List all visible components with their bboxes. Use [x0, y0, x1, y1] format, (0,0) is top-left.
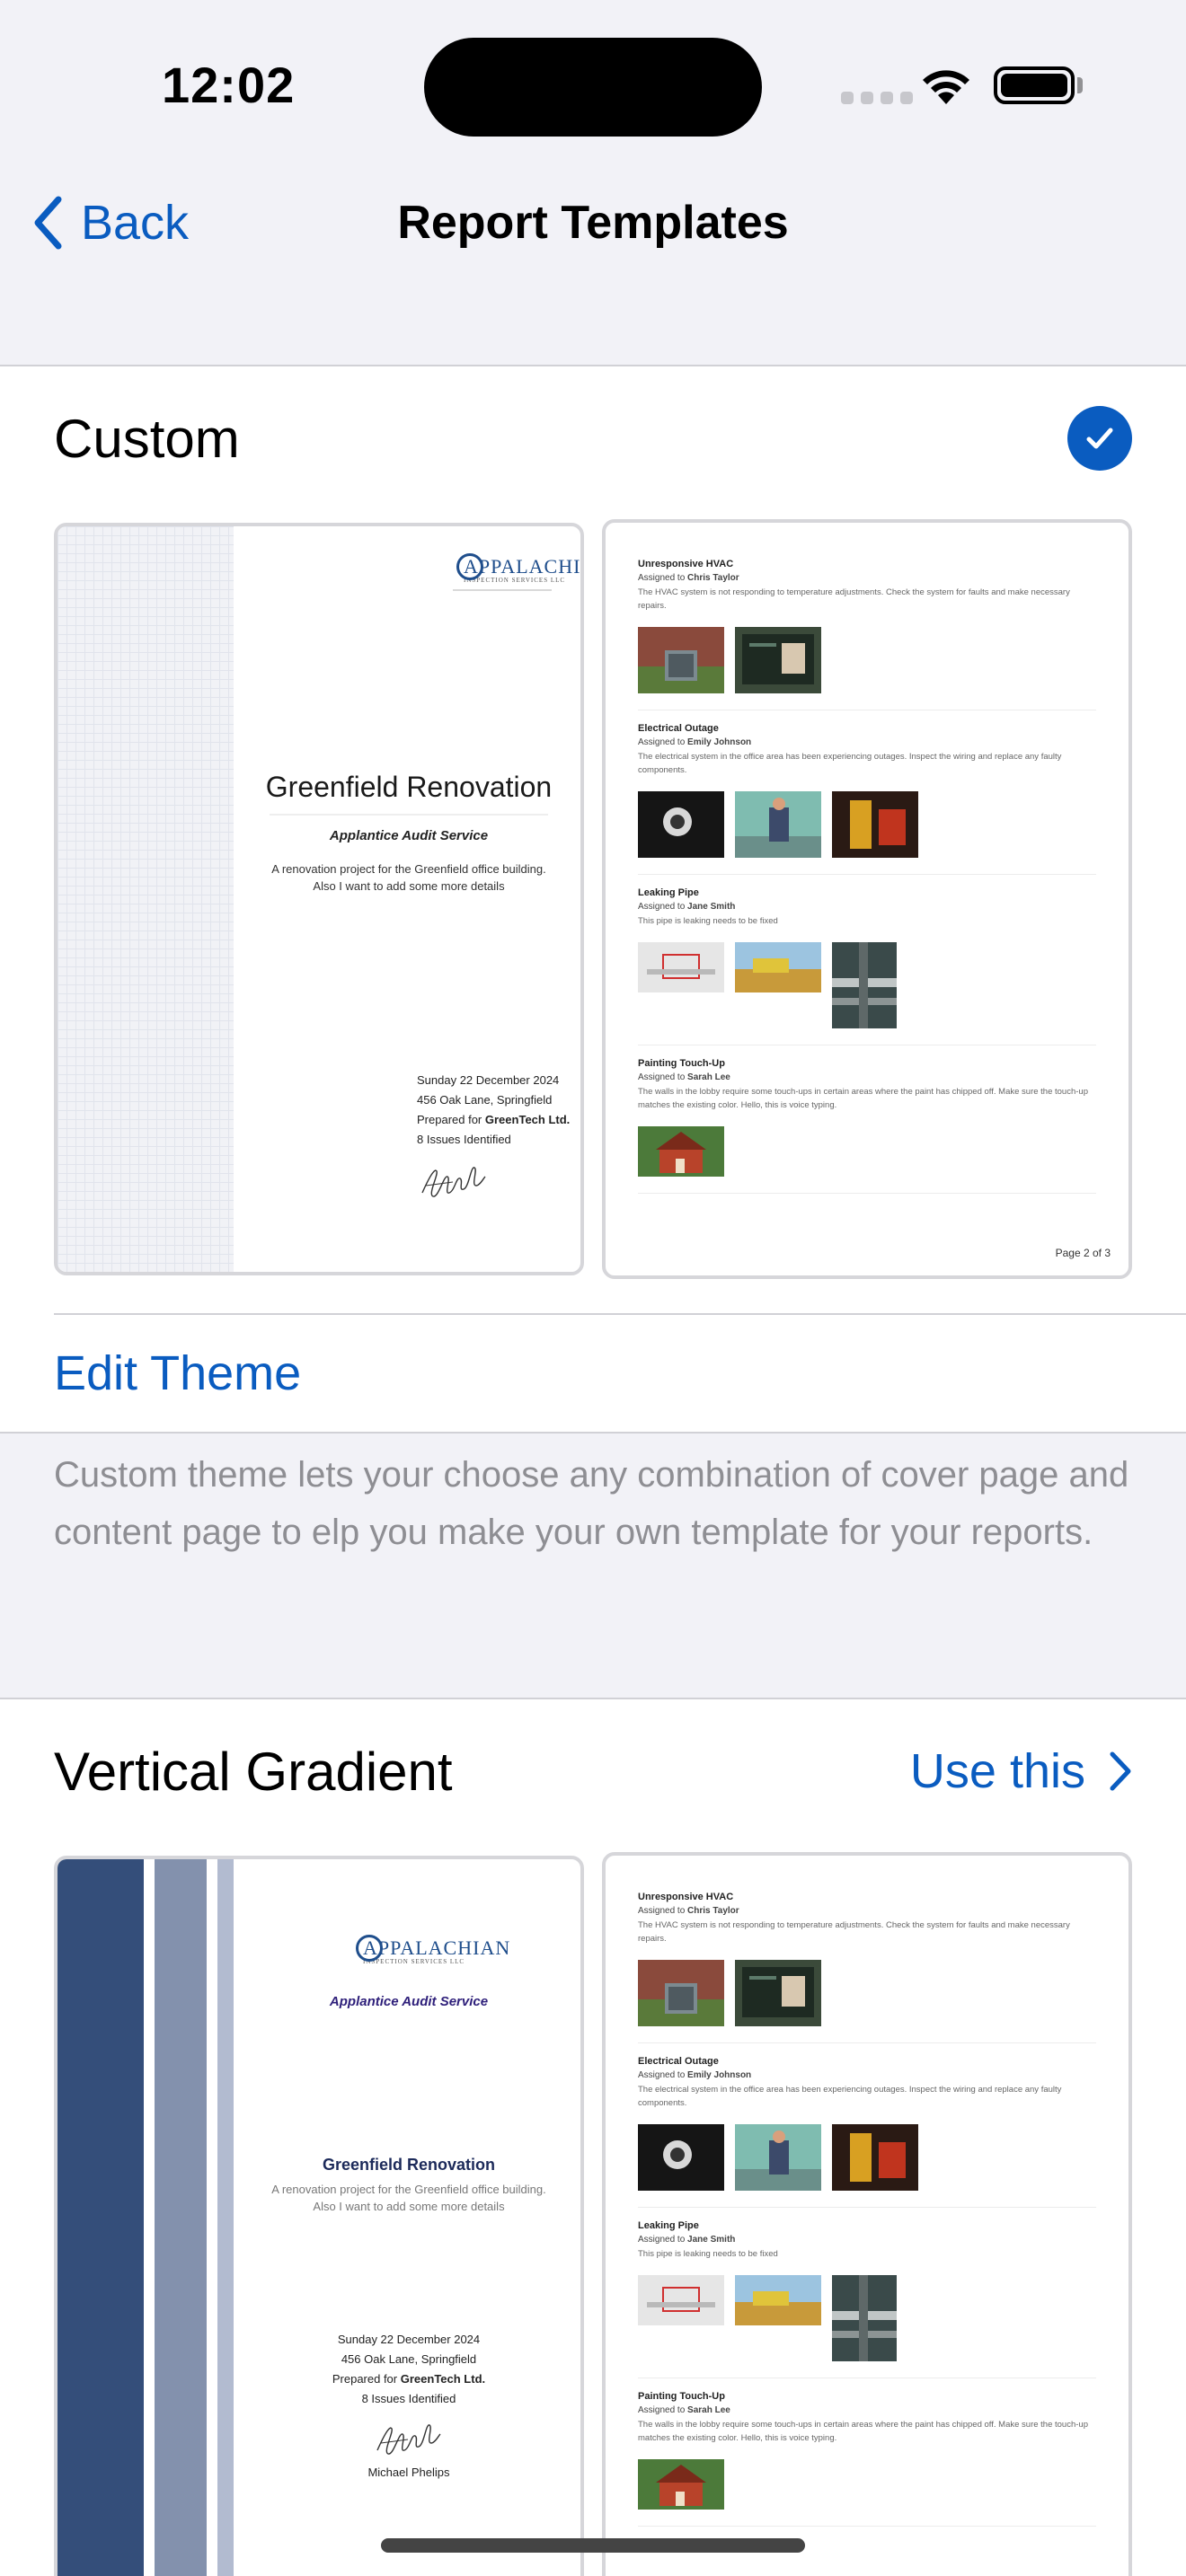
template-title: Vertical Gradient	[54, 1741, 453, 1802]
hvac-panel-photo	[735, 627, 821, 693]
custom-theme-description: Custom theme lets your choose any combin…	[54, 1455, 1129, 1552]
template-title: Custom	[54, 408, 240, 469]
issue-list: Unresponsive HVAC Assigned to Chris Tayl…	[638, 1892, 1096, 2539]
construction-photo	[735, 2275, 821, 2325]
cover-description: A renovation project for the Greenfield …	[271, 2183, 546, 2213]
electrician-photo	[735, 2124, 821, 2191]
status-time: 12:02	[162, 57, 296, 113]
edit-theme-button[interactable]: Edit Theme	[54, 1315, 301, 1432]
gradient-bar	[217, 1859, 234, 2576]
content-page-preview[interactable]: Unresponsive HVAC Assigned to Chris Tayl…	[602, 519, 1132, 1279]
house-photo	[638, 1126, 724, 1177]
selected-check-icon[interactable]	[1067, 406, 1132, 471]
wiring-photo	[832, 791, 918, 858]
gradient-bar	[155, 1859, 207, 2576]
pipe-photo	[832, 942, 897, 1028]
issue-item: Unresponsive HVAC Assigned to Chris Tayl…	[638, 1892, 1096, 2043]
cover-project-title: Greenfield Renovation	[265, 771, 553, 803]
signer-name: Michael Phelips	[367, 2466, 450, 2479]
chevron-right-icon	[1110, 1751, 1131, 1791]
use-this-button[interactable]: Use this	[910, 1743, 1132, 1799]
issue-item: Painting Touch-Up Assigned to Sarah Lee …	[638, 2391, 1096, 2527]
issue-item: Unresponsive HVAC Assigned to Chris Tayl…	[638, 559, 1096, 710]
content-page-preview[interactable]: Unresponsive HVAC Assigned to Chris Tayl…	[602, 1852, 1132, 2576]
grid-pattern-strip	[58, 526, 234, 1272]
dynamic-island	[424, 38, 762, 137]
cover-meta: Sunday 22 December 2024 456 Oak Lane, Sp…	[417, 1073, 571, 1146]
cover-project-title: Greenfield Renovation	[322, 2156, 496, 2174]
company-logo: APPALACHIAN INSPECTION SERVICES LLC	[456, 553, 580, 584]
construction-photo	[735, 942, 821, 992]
house-photo	[638, 2459, 724, 2510]
cover-service: Applantice Audit Service	[329, 1994, 489, 2009]
issue-item: Electrical Outage Assigned to Emily John…	[638, 2056, 1096, 2208]
issue-item: Leaking Pipe Assigned to Jane Smith This…	[638, 887, 1096, 1045]
navigation-bar: Back Report Templates	[0, 171, 1186, 365]
battery-icon	[994, 66, 1075, 104]
cover-service: Applantice Audit Service	[329, 828, 489, 843]
hvac-panel-photo	[735, 1960, 821, 2026]
signature-image	[376, 2424, 441, 2455]
cellular-signal-icon	[841, 92, 913, 104]
hvac-photo	[638, 627, 724, 693]
pipe-diagram-photo	[638, 2275, 724, 2325]
hvac-photo	[638, 1960, 724, 2026]
pipe-diagram-photo	[638, 942, 724, 992]
company-logo: APPALACHIAN INSPECTION SERVICES LLC	[356, 1935, 510, 1965]
issue-item: Painting Touch-Up Assigned to Sarah Lee …	[638, 1058, 1096, 1194]
cover-meta: Sunday 22 December 2024 456 Oak Lane, Sp…	[332, 2333, 486, 2405]
template-card-vertical-gradient[interactable]: Vertical Gradient Use this APPALACHIAN I…	[0, 1699, 1186, 2576]
wiring-photo	[832, 2124, 918, 2191]
cover-description: A renovation project for the Greenfield …	[271, 862, 546, 893]
cover-page-preview[interactable]: APPALACHIAN INSPECTION SERVICES LLC Appl…	[54, 1856, 584, 2576]
electrical-photo	[638, 791, 724, 858]
issue-item: Electrical Outage Assigned to Emily John…	[638, 723, 1096, 875]
electrician-photo	[735, 791, 821, 858]
pipe-photo	[832, 2275, 897, 2361]
page-title: Report Templates	[397, 197, 789, 249]
electrical-photo	[638, 2124, 724, 2191]
issue-list: Unresponsive HVAC Assigned to Chris Tayl…	[638, 559, 1096, 1206]
signature-image	[421, 1167, 486, 1197]
wifi-icon	[923, 70, 969, 104]
cover-page-preview[interactable]: APPALACHIAN INSPECTION SERVICES LLC Gree…	[54, 523, 584, 1275]
gradient-bar	[58, 1859, 144, 2576]
status-bar: 12:02	[0, 0, 1186, 171]
page-number: Page 2 of 3	[1055, 1247, 1111, 1259]
issue-item: Leaking Pipe Assigned to Jane Smith This…	[638, 2220, 1096, 2378]
home-indicator[interactable]	[381, 2538, 805, 2553]
template-card-custom[interactable]: Custom APPALACHIAN INSPECTION SERVICES L…	[0, 366, 1186, 1432]
